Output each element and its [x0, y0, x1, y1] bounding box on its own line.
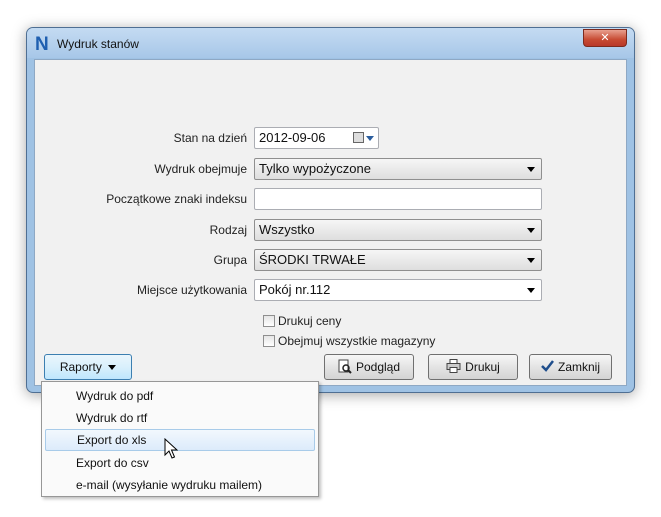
stan-na-dzien-label: Stan na dzień	[173, 131, 247, 145]
chevron-down-icon	[527, 258, 535, 263]
magnifier-page-icon	[338, 355, 352, 379]
calendar-dropdown-icon[interactable]	[366, 136, 374, 141]
drukuj-ceny-label: Drukuj ceny	[278, 314, 342, 328]
grupa-select[interactable]: ŚRODKI TRWAŁE	[254, 249, 542, 271]
zamknij-label: Zamknij	[557, 360, 600, 374]
menu-item-wydruk-rtf[interactable]: Wydruk do rtf	[45, 407, 315, 429]
raporty-button[interactable]: Raporty	[44, 354, 132, 380]
app-logo-icon: N	[35, 34, 49, 55]
checkbox-box[interactable]	[263, 315, 275, 327]
date-value: 2012-09-06	[259, 130, 326, 145]
checkmark-icon	[541, 355, 554, 379]
mouse-pointer-icon	[164, 438, 178, 459]
rodzaj-value: Wszystko	[259, 222, 315, 237]
window-close-button[interactable]: ✕	[583, 29, 627, 47]
drukuj-label: Drukuj	[465, 360, 500, 374]
wydruk-obejmuje-label: Wydruk obejmuje	[154, 162, 247, 176]
grupa-label: Grupa	[213, 253, 247, 267]
grupa-value: ŚRODKI TRWAŁE	[259, 252, 366, 267]
miejsce-label: Miejsce użytkowania	[136, 283, 247, 297]
checkbox-box[interactable]	[263, 335, 275, 347]
menu-item-export-xls[interactable]: Export do xls	[45, 429, 315, 451]
dialog-window: N Wydruk stanów ✕ Stan na dzień 2012-09-…	[26, 27, 635, 393]
podglad-label: Podgląd	[355, 360, 401, 374]
menu-item-email[interactable]: e-mail (wysyłanie wydruku mailem)	[45, 474, 315, 496]
rodzaj-label: Rodzaj	[209, 223, 247, 237]
date-picker[interactable]: 2012-09-06	[254, 127, 379, 149]
menu-item-wydruk-pdf[interactable]: Wydruk do pdf	[45, 385, 315, 407]
chevron-down-icon	[527, 167, 535, 172]
wszystkie-magazyny-label: Obejmuj wszystkie magazyny	[278, 334, 436, 348]
chevron-down-icon	[108, 365, 117, 370]
miejsce-value: Pokój nr.112	[259, 282, 331, 297]
window-title: Wydruk stanów	[57, 37, 139, 51]
menu-item-export-csv[interactable]: Export do csv	[45, 452, 315, 474]
drukuj-button[interactable]: Drukuj	[428, 354, 518, 380]
rodzaj-select[interactable]: Wszystko	[254, 219, 542, 241]
wszystkie-magazyny-checkbox[interactable]: Obejmuj wszystkie magazyny	[263, 333, 435, 349]
printer-icon	[446, 355, 461, 379]
podglad-button[interactable]: Podgląd	[324, 354, 414, 380]
chevron-down-icon	[527, 288, 535, 293]
title-bar[interactable]: N Wydruk stanów ✕	[27, 28, 634, 58]
poczatkowe-znaki-input[interactable]	[254, 188, 542, 210]
dialog-body: Stan na dzień 2012-09-06 Wydruk obejmuje…	[34, 59, 627, 386]
calendar-icon[interactable]	[353, 132, 364, 143]
wydruk-obejmuje-value: Tylko wypożyczone	[259, 161, 371, 176]
zamknij-button[interactable]: Zamknij	[529, 354, 612, 380]
raporty-label: Raporty	[59, 360, 102, 374]
raporty-menu: Wydruk do pdf Wydruk do rtf Export do xl…	[41, 381, 319, 497]
poczatkowe-znaki-label: Początkowe znaki indeksu	[106, 192, 247, 206]
drukuj-ceny-checkbox[interactable]: Drukuj ceny	[263, 313, 341, 329]
miejsce-combo[interactable]: Pokój nr.112	[254, 279, 542, 301]
wydruk-obejmuje-select[interactable]: Tylko wypożyczone	[254, 158, 542, 180]
chevron-down-icon	[527, 228, 535, 233]
